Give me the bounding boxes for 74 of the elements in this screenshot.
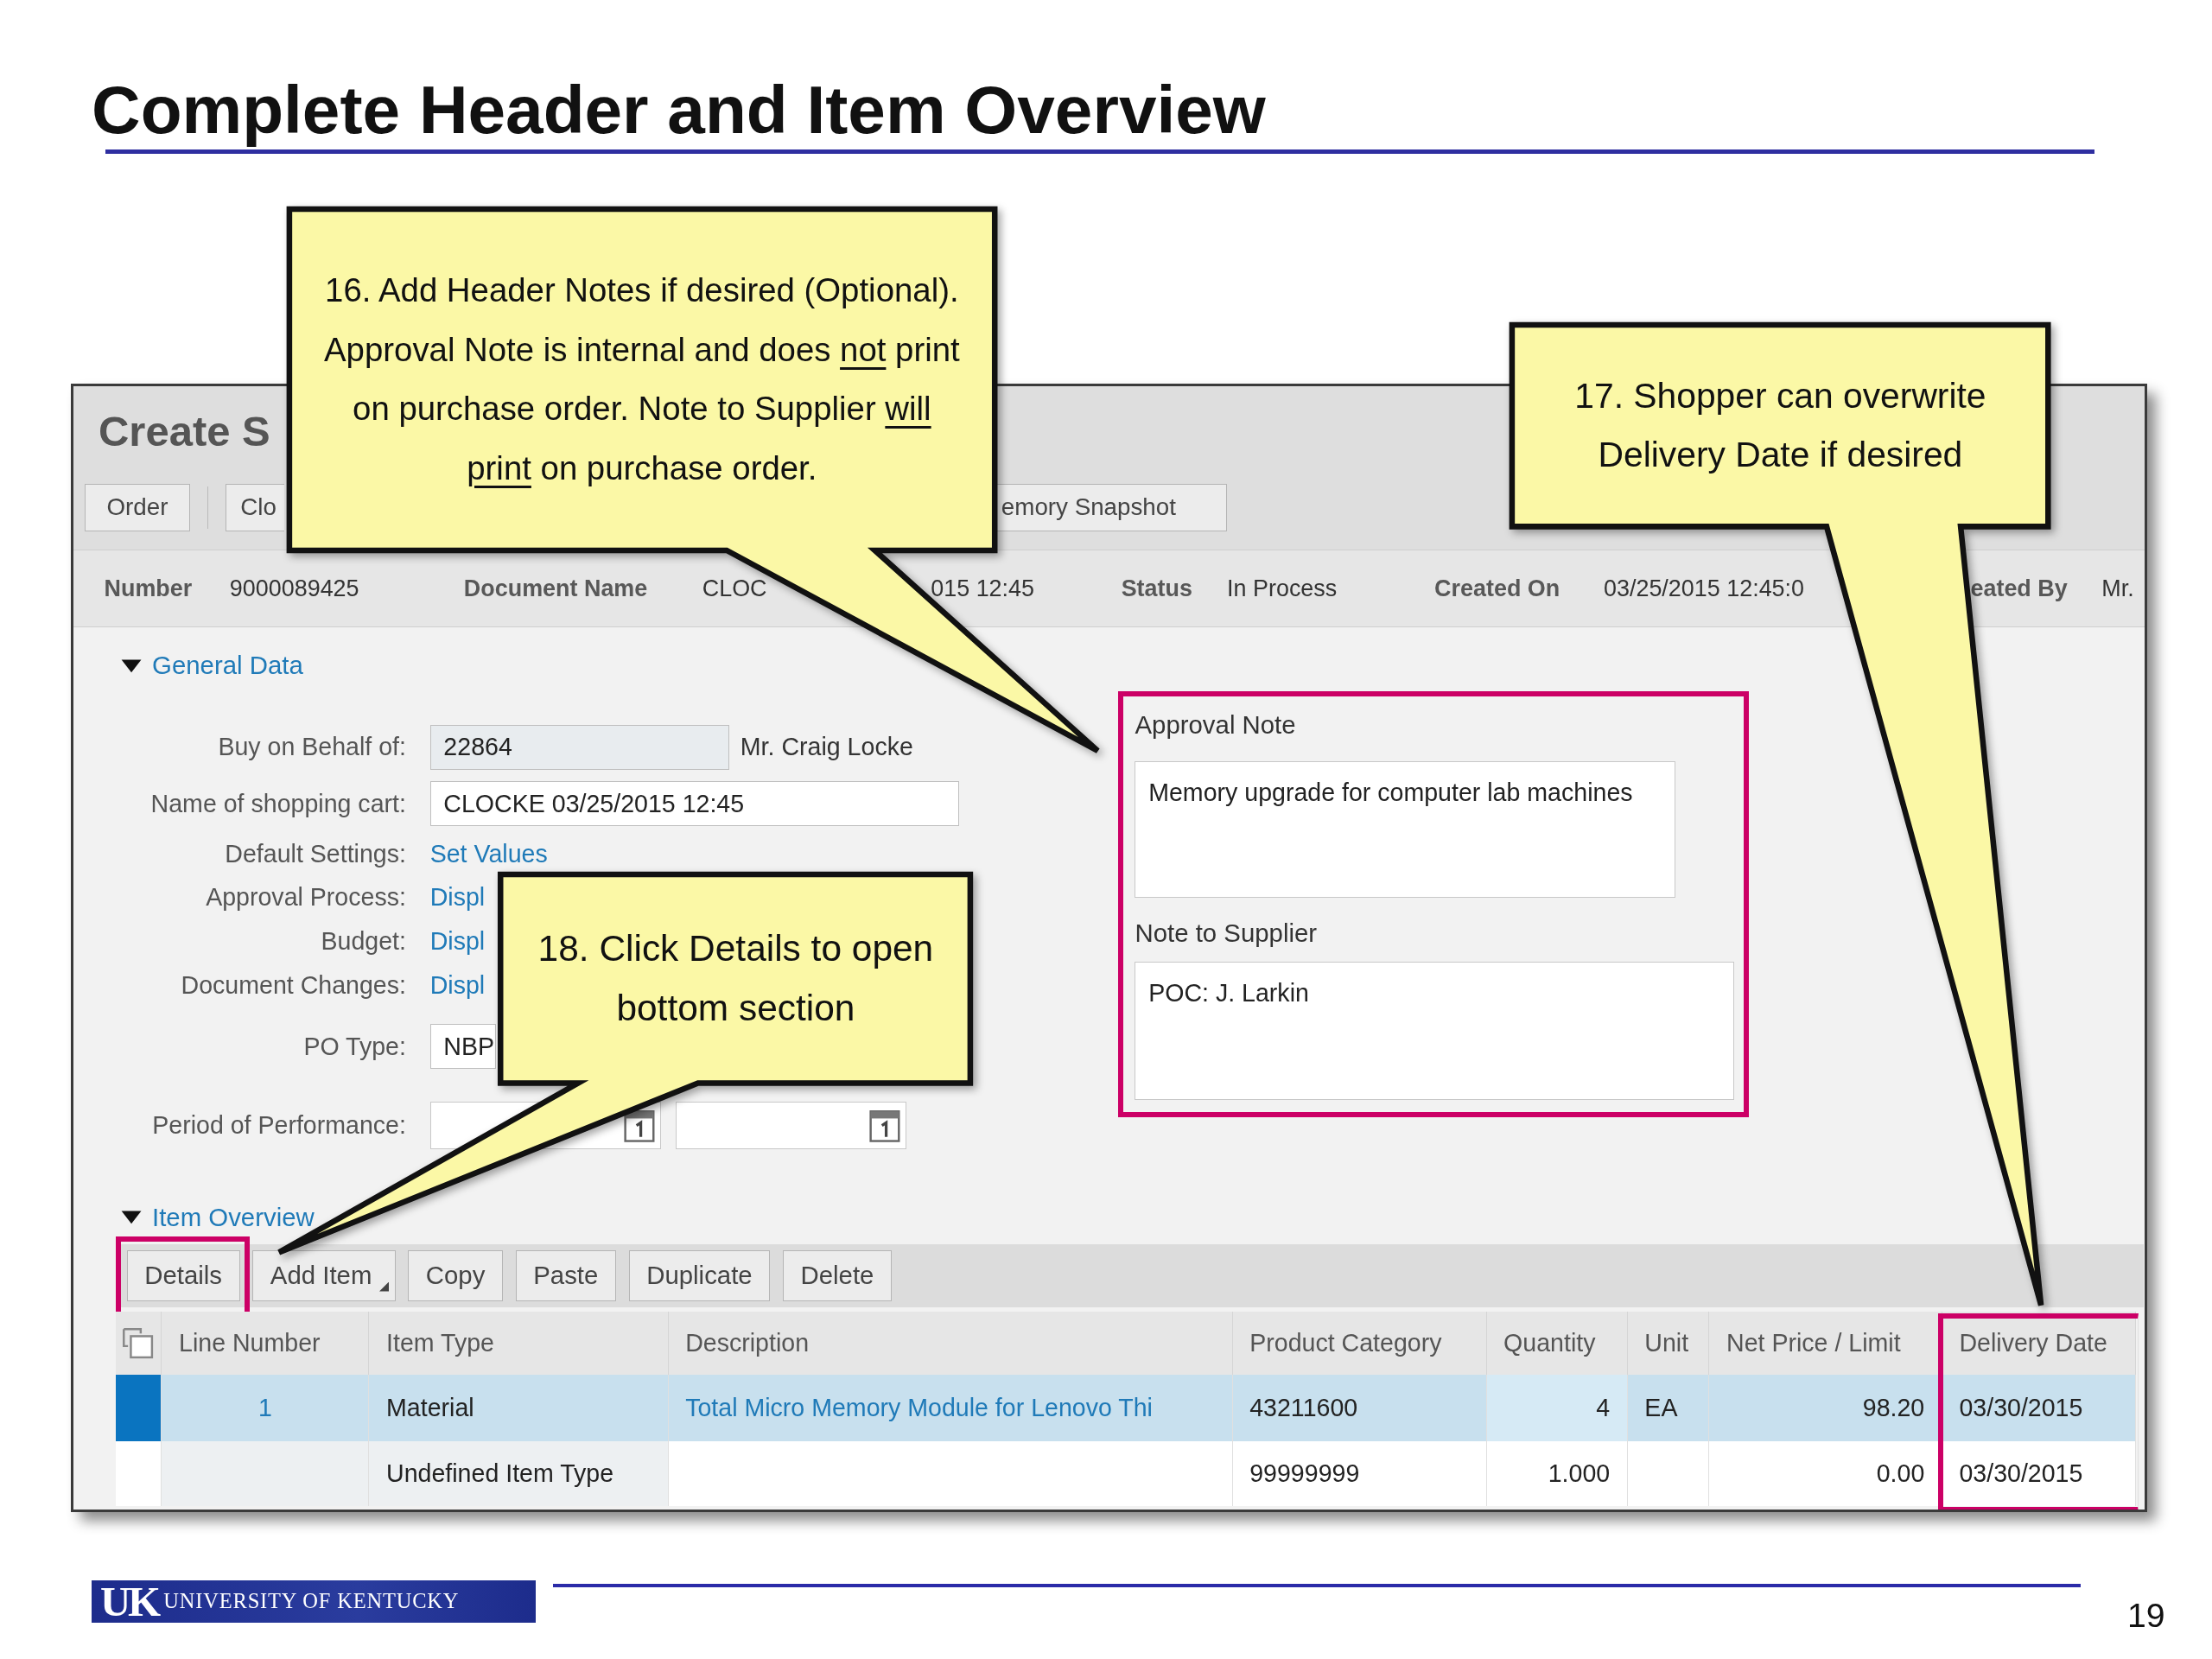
section-title[interactable]: General Data (152, 651, 303, 681)
calendar-icon[interactable] (624, 1108, 655, 1142)
table-cell: 1.000 (1486, 1441, 1628, 1507)
field-label: Period of Performance: (151, 1110, 406, 1140)
table-cell: 99999999 (1232, 1441, 1487, 1507)
column-header[interactable]: Delivery Date (1942, 1311, 2136, 1376)
table-cell: 4 (1486, 1375, 1628, 1442)
field-value: Mr. (2101, 575, 2135, 602)
field-label: Approval Process: (205, 883, 406, 912)
table-cell: EA (1627, 1375, 1710, 1442)
row-selector[interactable] (115, 1375, 162, 1442)
table-cell: 43211600 (1232, 1375, 1487, 1442)
field-label: Default Settings: (224, 839, 406, 868)
field-label: Approval Note (1135, 709, 1297, 741)
column-header[interactable]: Unit (1627, 1311, 1710, 1376)
link[interactable]: Displ (429, 970, 486, 1000)
field-label: eated By (1970, 575, 2069, 602)
toolbar-button[interactable]: emory Snapshot (996, 483, 1228, 532)
toolbar-button[interactable]: Copy (408, 1249, 503, 1301)
table-cell: 03/30/2015 (1942, 1441, 2136, 1507)
column-header[interactable]: Product Category (1232, 1311, 1487, 1376)
date-field[interactable] (675, 1101, 907, 1150)
field-label: Created On (1434, 575, 1561, 602)
logo-mark: UK (99, 1580, 158, 1623)
toolbar-button[interactable]: Order (84, 483, 191, 532)
field-value: In Process (1227, 575, 1338, 602)
column-header[interactable]: Line Number (162, 1311, 370, 1376)
link[interactable]: Set Values (429, 839, 548, 868)
field-label: Number (104, 575, 194, 602)
callout-text: 17. Shopper can overwrite Delivery Date if desired (1573, 374, 1987, 477)
input-field[interactable]: CLOCKE 03/25/2015 12:45 (429, 781, 959, 827)
field-label: Name of shopping cart: (149, 789, 406, 818)
input-field[interactable]: NBP (429, 1023, 497, 1070)
section-title[interactable]: Item Overview (152, 1202, 315, 1232)
table-cell: 03/30/2015 (1942, 1375, 2136, 1442)
field-label: Note to Supplier (1135, 918, 1319, 950)
column-header[interactable]: Item Type (369, 1311, 669, 1376)
field-value: 03/25/2015 12:45:0 (1604, 575, 1806, 602)
page-number: 19 (2127, 1597, 2165, 1636)
field-value: CLOC (702, 575, 768, 602)
calendar-icon[interactable] (869, 1108, 900, 1142)
toolbar-button[interactable]: Add Item (252, 1249, 396, 1301)
toolbar-button[interactable]: Clo (225, 483, 285, 532)
column-header[interactable]: Description (668, 1311, 1233, 1376)
text-area[interactable]: Memory upgrade for computer lab machines (1135, 760, 1675, 899)
table-cell: Undefined Item Type (369, 1441, 669, 1507)
link[interactable]: Displ (429, 926, 486, 956)
field-label: Buy on Behalf of: (217, 733, 406, 762)
item-link[interactable]: Total Micro Memory Module for Lenovo Thi (668, 1375, 1233, 1442)
column-header[interactable]: Quantity (1486, 1311, 1628, 1376)
toolbar-button[interactable]: Duplicate (628, 1249, 771, 1301)
window-title: Create S (99, 406, 270, 456)
callout-text: 18. Click Details to open bottom section (537, 927, 935, 1031)
link[interactable]: Displ (429, 883, 486, 912)
toolbar-button[interactable]: Details (126, 1249, 240, 1301)
text-area[interactable]: POC: J. Larkin (1135, 961, 1735, 1100)
field-label: Document Changes: (180, 970, 406, 1000)
dropdown-icon (378, 1281, 389, 1292)
toolbar-button[interactable]: Paste (515, 1249, 616, 1301)
field-label: Status (1121, 575, 1193, 602)
select-all-icon[interactable] (121, 1326, 156, 1361)
field-value: 9000089425 (229, 575, 360, 602)
field-label: PO Type: (302, 1032, 406, 1061)
field-value: 015 12:45 (931, 575, 1035, 602)
table-cell: 1 (162, 1375, 370, 1442)
logo-text: UNIVERSITY OF KENTUCKY (163, 1589, 460, 1613)
toolbar-button[interactable]: Delete (782, 1249, 892, 1301)
slide-title: Complete Header and Item Overview (91, 70, 1267, 149)
table-cell: Material (369, 1375, 669, 1442)
column-header[interactable]: Net Price / Limit (1709, 1311, 1942, 1376)
field-label: Document Name (463, 575, 649, 602)
field-label: Budget: (320, 926, 406, 956)
field-value: Mr. Craig Locke (740, 733, 913, 762)
callout-text: 16. Add Header Notes if desired (Optional). Approval Note is internal and does not print on purchase order. Note to Supplier will print on purchase order. (323, 270, 961, 488)
